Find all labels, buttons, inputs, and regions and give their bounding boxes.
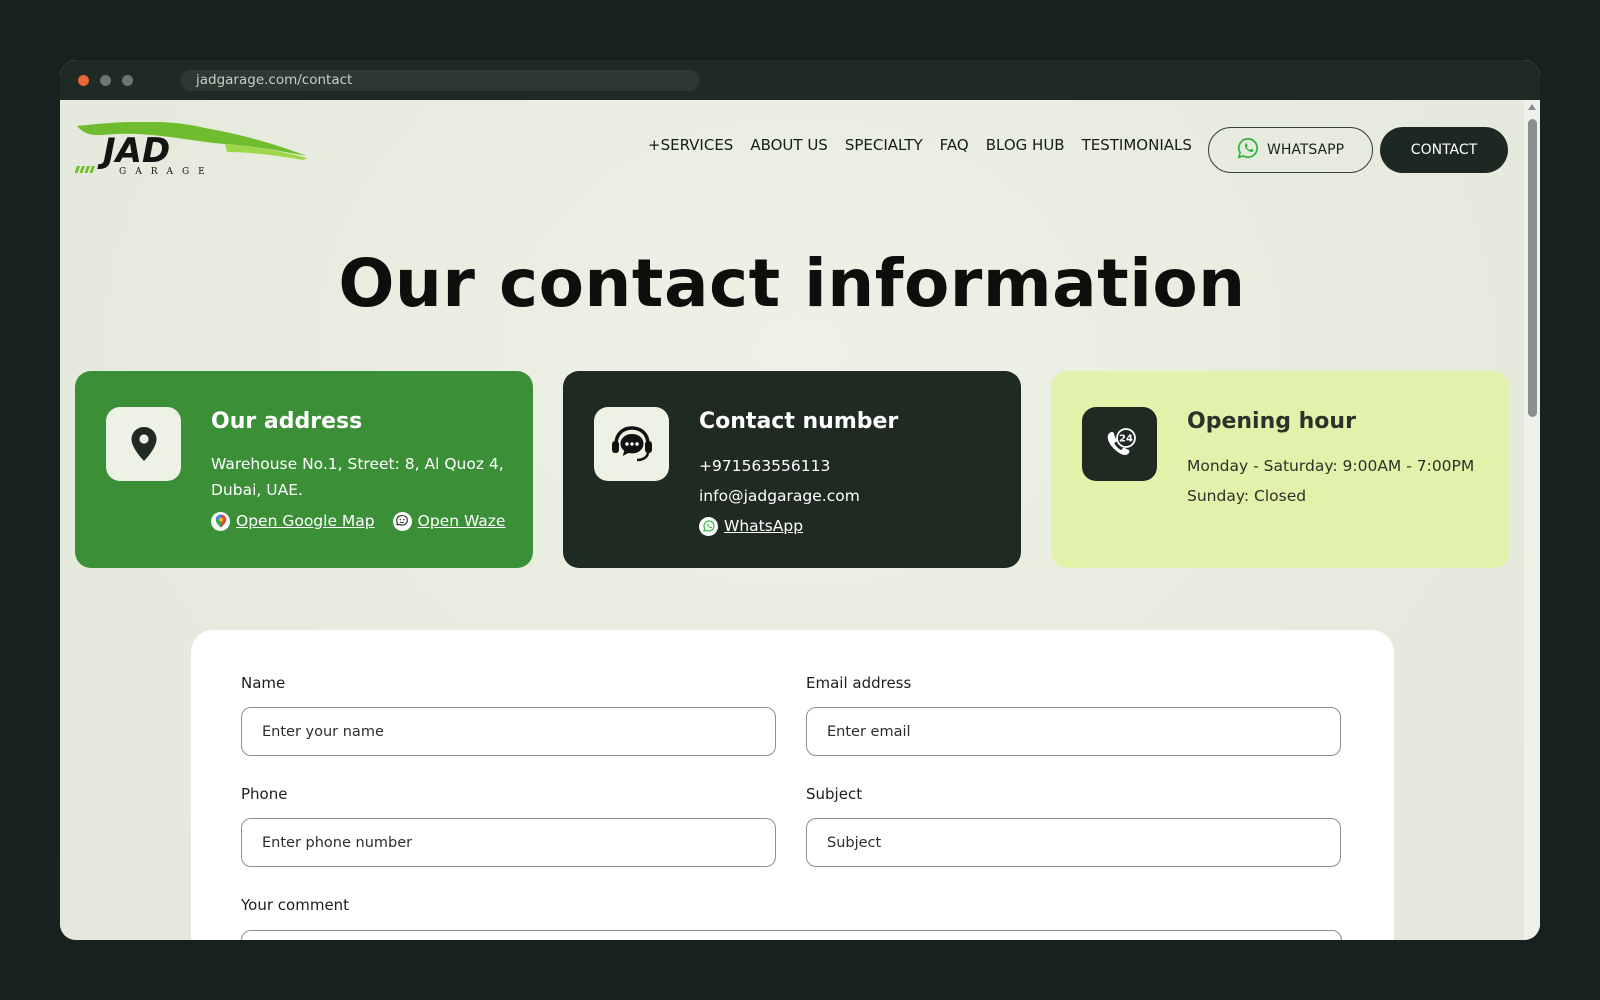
minimize-window-button[interactable] (100, 74, 111, 86)
weekday-hours: Monday - Saturday: 9:00AM - 7:00PM (1187, 457, 1475, 475)
page-viewport: JAD GARAGE +SERVICES ABOUT US SPECIALTY … (60, 100, 1540, 940)
headset-chat-icon (594, 407, 669, 481)
phone-label: Phone (241, 785, 288, 803)
address-bar[interactable]: jadgarage.com/contact (180, 69, 700, 91)
contact-number-title: Contact number (699, 409, 899, 434)
page-title: Our contact information (338, 245, 1246, 322)
subject-input[interactable] (806, 818, 1341, 867)
comment-textarea[interactable] (241, 930, 1342, 940)
logo-subtext: GARAGE (119, 167, 214, 177)
whatsapp-icon (1237, 137, 1259, 163)
opening-hours: Monday - Saturday: 9:00AM - 7:00PM Sunda… (1187, 451, 1474, 511)
name-input[interactable] (241, 707, 776, 756)
phone-24-icon: 24 (1082, 407, 1157, 481)
phone-number[interactable]: +971563556113 (699, 451, 860, 481)
whatsapp-button[interactable]: WHATSAPP (1208, 127, 1373, 173)
nav-services[interactable]: +SERVICES (648, 136, 733, 154)
email-label: Email address (806, 674, 912, 692)
jad-garage-logo[interactable]: JAD GARAGE (64, 121, 310, 178)
scroll-thumb[interactable] (1528, 119, 1537, 417)
phone-input[interactable] (241, 818, 776, 867)
contact-form: Name Email address Phone Subject Your co… (191, 630, 1394, 940)
sunday-hours: Sunday: Closed (1187, 487, 1307, 505)
map-pin-icon (106, 407, 181, 481)
maximize-window-button[interactable] (122, 74, 133, 86)
subject-label: Subject (806, 785, 863, 803)
email-input[interactable] (806, 707, 1341, 756)
email-address[interactable]: info@jadgarage.com (699, 481, 860, 511)
map-links: Open Google Map Open Waze (211, 508, 505, 534)
address-details: Warehouse No.1, Street: 8, Al Quoz 4, Du… (211, 451, 505, 534)
address-card: Our address Warehouse No.1, Street: 8, A… (75, 371, 533, 568)
svg-text:24: 24 (1119, 434, 1133, 445)
name-label: Name (241, 674, 286, 692)
contact-button[interactable]: CONTACT (1380, 127, 1508, 173)
comment-label: Your comment (241, 896, 350, 914)
address-title: Our address (211, 409, 363, 434)
whatsapp-link[interactable]: WhatsApp (724, 511, 803, 541)
address-line-2: Dubai, UAE. (211, 481, 303, 499)
main-nav: +SERVICES ABOUT US SPECIALTY FAQ BLOG HU… (648, 136, 1192, 154)
address-line-1: Warehouse No.1, Street: 8, Al Quoz 4, (211, 455, 504, 473)
page-scrollbar[interactable] (1524, 100, 1540, 940)
google-maps-icon (211, 511, 230, 531)
nav-testimonials[interactable]: TESTIMONIALS (1082, 136, 1192, 154)
waze-icon (392, 511, 412, 531)
open-google-map-link[interactable]: Open Google Map (236, 508, 375, 534)
scroll-up-arrow-icon[interactable] (1528, 104, 1536, 110)
nav-blog-hub[interactable]: BLOG HUB (986, 136, 1065, 154)
opening-hour-title: Opening hour (1187, 409, 1356, 434)
contact-number-card: Contact number +971563556113 info@jadgar… (563, 371, 1021, 568)
logo-wordmark: JAD (97, 131, 170, 171)
browser-titlebar: jadgarage.com/contact (60, 60, 1540, 100)
browser-window: jadgarage.com/contact JAD GARAGE +SERVIC… (60, 60, 1540, 940)
opening-hour-card: 24 Opening hour Monday - Saturday: 9:00A… (1051, 371, 1509, 568)
whatsapp-link-row: WhatsApp (699, 511, 860, 541)
nav-about-us[interactable]: ABOUT US (750, 136, 828, 154)
open-waze-link[interactable]: Open Waze (418, 508, 506, 534)
nav-faq[interactable]: FAQ (940, 136, 969, 154)
contact-details: +971563556113 info@jadgarage.com WhatsAp… (699, 451, 860, 541)
nav-specialty[interactable]: SPECIALTY (845, 136, 923, 154)
whatsapp-button-label: WHATSAPP (1266, 142, 1345, 158)
close-window-button[interactable] (78, 74, 89, 86)
whatsapp-small-icon (699, 516, 718, 536)
